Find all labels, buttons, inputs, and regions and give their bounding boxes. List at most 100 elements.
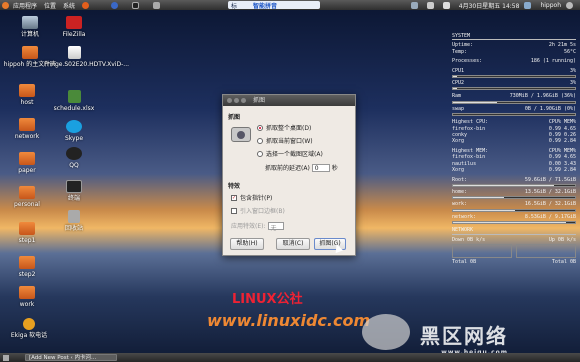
- camera-icon: [231, 127, 251, 142]
- skype-icon: [66, 120, 82, 133]
- video-file-icon: [67, 46, 81, 59]
- show-desktop-icon[interactable]: [3, 354, 9, 361]
- delay-spinner[interactable]: 0: [311, 163, 330, 172]
- maximize-icon[interactable]: [241, 98, 246, 103]
- folder-icon: [19, 256, 35, 269]
- trash-launcher-icon[interactable]: [153, 1, 161, 9]
- down-graph: [452, 243, 512, 258]
- effect-select[interactable]: 无: [267, 221, 284, 232]
- firefox-launcher-icon[interactable]: [82, 1, 90, 9]
- menu-system[interactable]: 系统: [63, 1, 75, 10]
- ekiga-icon: [23, 318, 35, 330]
- folder-icon: [22, 46, 38, 59]
- heiqu-logo-text: 黑区网络: [420, 324, 508, 348]
- grab-section-label: 抓图: [228, 114, 241, 121]
- desktop-icon-work[interactable]: work: [0, 286, 57, 308]
- include-pointer-option[interactable]: ✓ 包含指针(P): [231, 193, 272, 202]
- cpu1-bar: [452, 75, 576, 79]
- conky-network-disk: 8.53GiB / 9.17GiB: [524, 213, 576, 220]
- heiqu-logo-icon: [362, 314, 410, 350]
- conky-cpu1: 3%: [569, 67, 576, 74]
- conky-cpu2: 3%: [569, 80, 576, 87]
- linuxidc-logo-text: LINUX公社: [232, 292, 303, 307]
- user-icon[interactable]: [524, 2, 532, 9]
- clock-datetime[interactable]: 4月30日星期五 14:58: [459, 1, 520, 10]
- computer-icon: [22, 16, 38, 29]
- qq-icon: [66, 147, 82, 160]
- desktop-icon-ekiga[interactable]: Ekiga 软电话: [0, 318, 59, 339]
- conky-total-up: Total 0B: [551, 258, 576, 265]
- cpu-proc-row: Xorg 0.99 2.84: [452, 138, 576, 145]
- home-bar: [452, 196, 576, 200]
- conky-network-header: NETWORK: [452, 227, 576, 235]
- trash-icon: [68, 210, 80, 223]
- folder-icon: [19, 222, 35, 235]
- folder-icon: [19, 286, 35, 299]
- delay-row: 抓取前的延迟(A) 0 秒: [265, 163, 338, 172]
- close-icon[interactable]: [227, 98, 232, 103]
- radio-area[interactable]: [257, 150, 263, 157]
- conky-system-header: SYSTEM: [452, 33, 576, 41]
- desktop-icon-paper[interactable]: paper: [0, 152, 57, 174]
- conky-work: 16.5GiB / 32.1GiB: [524, 201, 576, 208]
- desktop-icon-step1[interactable]: step1: [0, 222, 57, 244]
- conky-monitor: SYSTEM Uptime: 2h 21m 5s Temp: 56°C Proces…: [452, 33, 576, 265]
- desktop-icon-video-file[interactable]: Fringe.S02E20.HDTV.XviD-...: [44, 46, 129, 68]
- user-name[interactable]: hippoh: [540, 2, 561, 9]
- conky-up: Up 0B k/s: [548, 236, 576, 243]
- terminal-launcher-icon[interactable]: [132, 1, 140, 9]
- heiqu-watermark: 黑区网络 www.heiqu.com: [362, 314, 508, 356]
- ram-bar: [452, 100, 576, 104]
- conky-processes: 186 (1 running): [530, 58, 576, 65]
- ubuntu-logo-icon[interactable]: [2, 1, 9, 9]
- help-button[interactable]: 帮助(H): [230, 238, 264, 250]
- network-icon[interactable]: [410, 2, 418, 9]
- option-grab-area[interactable]: 选择一个截图区域(A): [257, 149, 323, 158]
- desktop-icon-schedule[interactable]: schedule.xlsx: [44, 90, 104, 112]
- root-bar: [452, 183, 576, 187]
- folder-icon: [19, 152, 35, 165]
- include-border-option[interactable]: 引入窗口边框(B): [231, 206, 285, 215]
- include-pointer-checkbox[interactable]: ✓: [231, 194, 237, 201]
- cancel-button[interactable]: 取消(C): [276, 238, 310, 250]
- apply-effect-row: 应用特效(E): 无: [231, 221, 286, 232]
- screenshot-dialog: 抓图 抓图 抓取整个桌面(D) 抓取当前窗口(W) 选择一个截图区域(A) 抓取…: [222, 94, 356, 256]
- include-border-checkbox[interactable]: [231, 207, 237, 214]
- top-panel: 应用程序 位置 系统 标 智能拼音 4月30日星期五 14:58 hippoh: [0, 0, 580, 10]
- conky-ram: 730MiB / 1.96GiB (36%): [509, 93, 576, 100]
- bottom-panel: [Add New Post ‹ 内卡河...: [0, 353, 580, 362]
- volume-icon[interactable]: [442, 2, 450, 9]
- desktop-icon-filezilla[interactable]: FileZilla: [44, 16, 104, 38]
- desktop-icon-skype[interactable]: Skype: [44, 120, 104, 142]
- minimize-icon[interactable]: [234, 98, 239, 103]
- filezilla-icon: [66, 16, 82, 29]
- help-launcher-icon[interactable]: [111, 1, 119, 9]
- conky-root: 59.6GiB / 71.5GiB: [524, 176, 576, 183]
- mail-icon[interactable]: [426, 2, 434, 9]
- radio-window[interactable]: [257, 137, 263, 144]
- work-bar: [452, 208, 576, 212]
- menu-applications[interactable]: 应用程序: [13, 1, 37, 10]
- conky-temp: 56°C: [563, 48, 576, 55]
- conky-home: 13.5GiB / 32.1GiB: [524, 188, 576, 195]
- dialog-titlebar[interactable]: 抓图: [223, 95, 355, 106]
- power-icon[interactable]: [566, 2, 573, 9]
- linuxidc-url: www.linuxidc.com: [207, 311, 371, 330]
- spreadsheet-icon: [67, 90, 81, 103]
- folder-icon: [19, 84, 35, 97]
- menu-places[interactable]: 位置: [44, 1, 56, 10]
- radio-desktop[interactable]: [257, 124, 263, 131]
- desktop-icon-personal[interactable]: personal: [0, 186, 57, 208]
- dialog-title: 抓图: [253, 97, 266, 104]
- mem-proc-row: Xorg 0.99 2.84: [452, 167, 576, 174]
- option-grab-window[interactable]: 抓取当前窗口(W): [257, 136, 313, 145]
- terminal-icon: [66, 180, 82, 193]
- swap-bar: [452, 113, 576, 117]
- option-grab-desktop[interactable]: 抓取整个桌面(D): [257, 123, 311, 132]
- conky-swap: 0B / 1.90GiB (0%): [524, 105, 576, 112]
- desktop-icon-step2[interactable]: step2: [0, 256, 57, 278]
- input-method-bar[interactable]: 标 智能拼音: [228, 1, 320, 10]
- folder-icon: [19, 118, 35, 131]
- conky-total-down: Total 0B: [452, 258, 477, 265]
- taskbar-window-button[interactable]: [Add New Post ‹ 内卡河...: [25, 354, 117, 361]
